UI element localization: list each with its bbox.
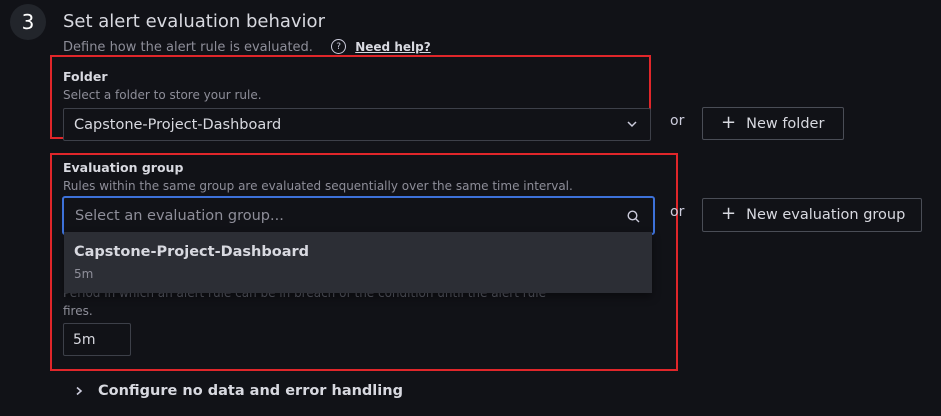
need-help-link[interactable]: Need help?	[355, 40, 430, 54]
dropdown-option[interactable]: Capstone-Project-Dashboard 5m	[64, 232, 652, 293]
evaluation-group-label: Evaluation group	[63, 160, 184, 175]
section-title: Set alert evaluation behavior	[63, 11, 325, 32]
folder-label: Folder	[63, 69, 108, 84]
new-evaluation-group-button[interactable]: + New evaluation group	[702, 198, 922, 232]
option-interval: 5m	[74, 267, 94, 281]
pending-period-value: 5m	[73, 331, 96, 348]
new-folder-button[interactable]: + New folder	[702, 107, 844, 140]
folder-selected-value: Capstone-Project-Dashboard	[74, 116, 282, 133]
no-data-error-handling-label: Configure no data and error handling	[98, 383, 403, 399]
option-name: Capstone-Project-Dashboard	[74, 244, 310, 260]
pending-period-input[interactable]: 5m	[63, 323, 131, 356]
no-data-error-handling-toggle[interactable]: Configure no data and error handling	[74, 383, 403, 399]
folder-description: Select a folder to store your rule.	[63, 88, 262, 102]
chevron-down-icon	[627, 121, 637, 128]
evaluation-group-description: Rules within the same group are evaluate…	[63, 179, 573, 193]
folder-or-text: or	[670, 113, 685, 129]
plus-icon: +	[721, 111, 737, 133]
pending-period-description-cont: fires.	[63, 304, 93, 318]
plus-icon: +	[721, 203, 737, 224]
search-icon	[627, 210, 640, 223]
subtitle-text: Define how the alert rule is evaluated.	[63, 40, 313, 55]
chevron-right-icon	[76, 386, 83, 396]
folder-select[interactable]: Capstone-Project-Dashboard	[63, 108, 651, 141]
evaluation-group-or-text: or	[670, 204, 685, 220]
evaluation-group-dropdown: Capstone-Project-Dashboard 5m	[64, 232, 652, 293]
section-subtitle: Define how the alert rule is evaluated. …	[63, 39, 431, 55]
new-folder-label: New folder	[746, 115, 825, 132]
new-evaluation-group-label: New evaluation group	[746, 207, 906, 223]
step-number: 3	[10, 4, 46, 40]
evaluation-group-placeholder: Select an evaluation group...	[75, 207, 284, 224]
evaluation-group-search-input[interactable]: Select an evaluation group...	[62, 196, 655, 235]
question-circle-icon[interactable]: ?	[331, 39, 347, 54]
